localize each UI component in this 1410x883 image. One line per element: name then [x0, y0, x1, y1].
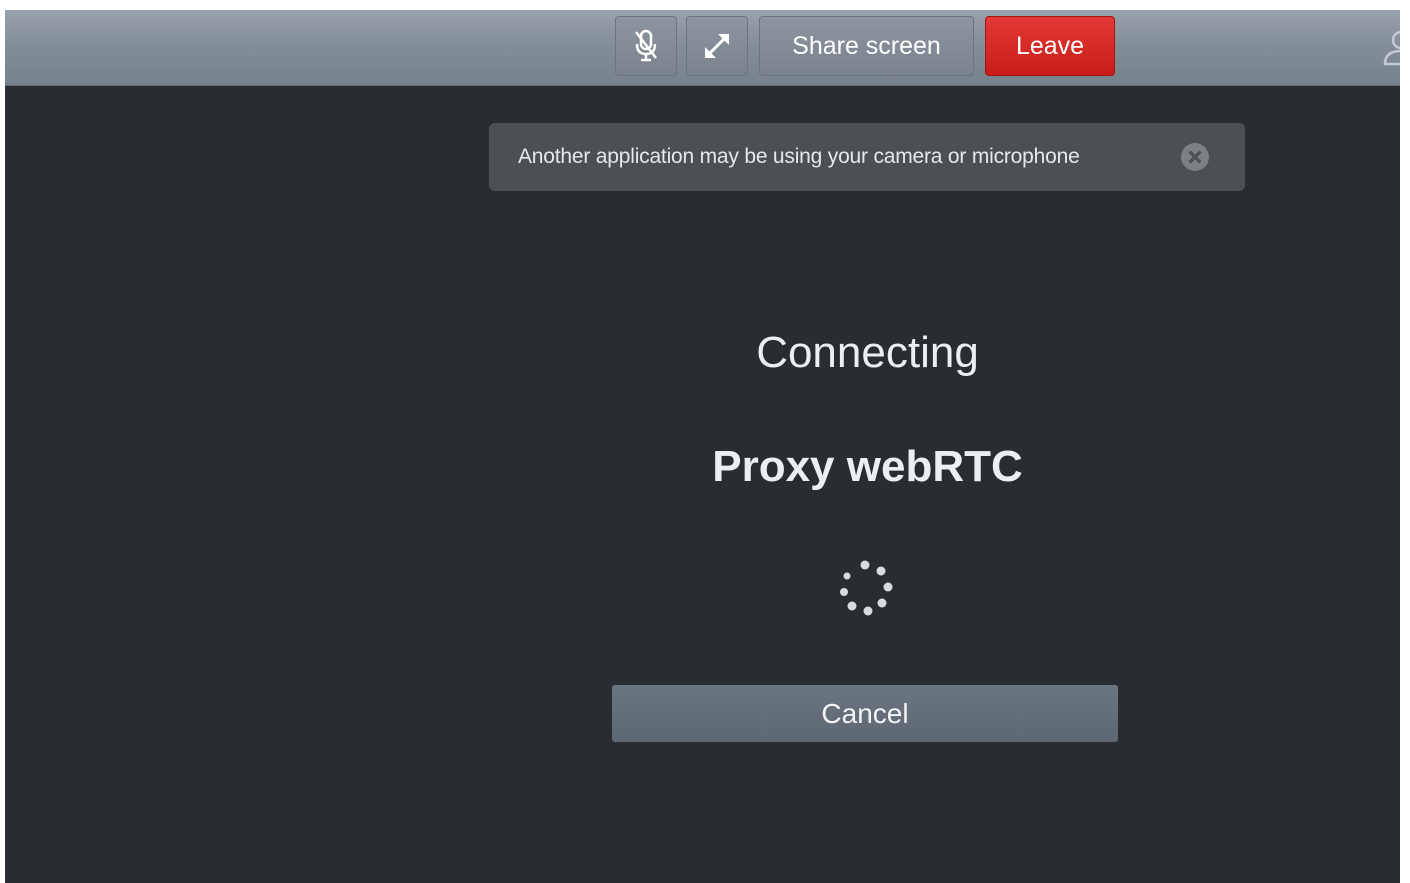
connection-target: Proxy webRTC — [712, 442, 1023, 491]
microphone-muted-icon — [633, 29, 659, 63]
cancel-button[interactable]: Cancel — [612, 685, 1118, 742]
mute-button[interactable] — [615, 16, 677, 76]
device-warning-text: Another application may be using your ca… — [518, 145, 1080, 168]
share-screen-button[interactable]: Share screen — [759, 16, 974, 76]
leave-button[interactable]: Leave — [985, 16, 1115, 76]
device-warning-banner: Another application may be using your ca… — [489, 123, 1245, 191]
call-window: Share screen Leave Another application m… — [5, 10, 1400, 883]
user-icon[interactable] — [1381, 28, 1400, 66]
expand-icon — [700, 29, 734, 63]
fullscreen-button[interactable] — [686, 16, 748, 76]
cancel-label: Cancel — [821, 697, 909, 729]
connecting-status: Connecting — [756, 328, 979, 377]
close-circle-icon[interactable] — [1179, 141, 1211, 173]
share-screen-label: Share screen — [792, 31, 941, 60]
call-toolbar: Share screen Leave — [5, 10, 1400, 86]
leave-label: Leave — [1015, 31, 1085, 60]
loading-spinner-icon — [835, 558, 895, 618]
